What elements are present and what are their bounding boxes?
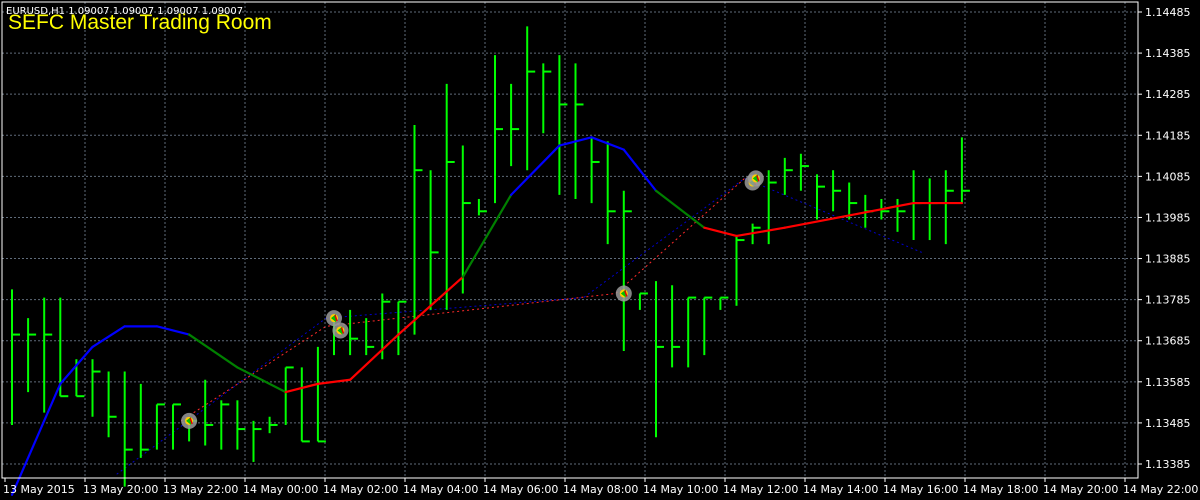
time-tick-label: 14 May 18:00 bbox=[963, 483, 1038, 496]
price-tick-label: 1.14185 bbox=[1145, 129, 1191, 142]
signal-marker[interactable] bbox=[747, 170, 764, 187]
price-tick-label: 1.14085 bbox=[1145, 170, 1191, 183]
time-tick-label: 14 May 04:00 bbox=[403, 483, 478, 496]
time-tick-label: 14 May 12:00 bbox=[723, 483, 798, 496]
time-tick-label: 14 May 16:00 bbox=[883, 483, 958, 496]
price-tick-label: 1.13885 bbox=[1145, 253, 1191, 266]
time-tick-label: 14 May 20:00 bbox=[1043, 483, 1118, 496]
time-tick-label: 14 May 10:00 bbox=[643, 483, 718, 496]
time-tick-label: 13 May 22:00 bbox=[163, 483, 238, 496]
time-tick-label: 13 May 20:00 bbox=[83, 483, 158, 496]
signal-marker[interactable] bbox=[181, 412, 198, 429]
time-tick-label: 14 May 14:00 bbox=[803, 483, 878, 496]
time-tick-label: 14 May 02:00 bbox=[323, 483, 398, 496]
price-tick-label: 1.13785 bbox=[1145, 294, 1191, 307]
price-tick-label: 1.14285 bbox=[1145, 88, 1191, 101]
signal-marker[interactable] bbox=[615, 285, 632, 302]
time-tick-label: 14 May 06:00 bbox=[483, 483, 558, 496]
time-tick-label: 14 May 08:00 bbox=[563, 483, 638, 496]
price-tick-label: 1.14485 bbox=[1145, 6, 1191, 19]
price-tick-label: 1.13385 bbox=[1145, 458, 1191, 471]
price-tick-label: 1.14385 bbox=[1145, 47, 1191, 60]
signal-marker[interactable] bbox=[332, 322, 349, 339]
price-tick-label: 1.13485 bbox=[1145, 417, 1191, 430]
chart-background bbox=[0, 0, 1200, 500]
time-tick-label: 14 May 00:00 bbox=[243, 483, 318, 496]
time-tick-label: 14 May 22:00 bbox=[1123, 483, 1198, 496]
price-tick-label: 1.13585 bbox=[1145, 376, 1191, 389]
price-tick-label: 1.13685 bbox=[1145, 335, 1191, 348]
chart-title: SEFC Master Trading Room bbox=[8, 11, 272, 34]
price-tick-label: 1.13985 bbox=[1145, 211, 1191, 224]
time-tick-label: 13 May 2015 bbox=[3, 483, 75, 496]
price-chart[interactable]: 1.14485 1.14385 1.14285 1.14185 1.14085 1.139… bbox=[0, 0, 1200, 500]
